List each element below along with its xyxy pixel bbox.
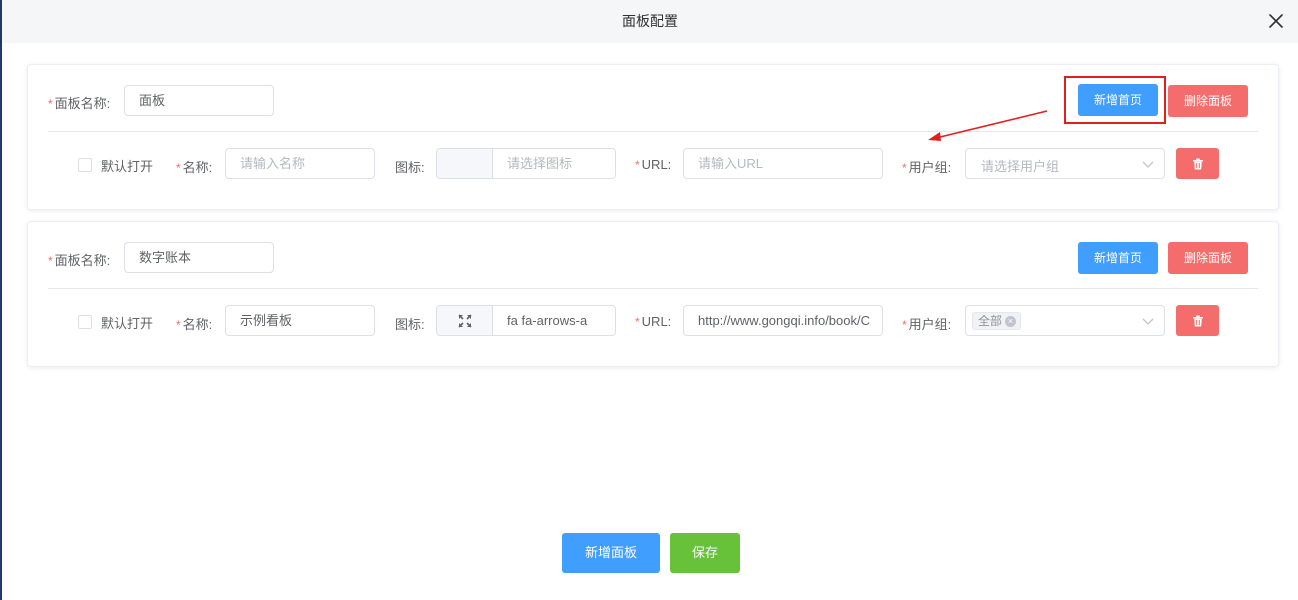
panel-name-label: 面板名称: [48,250,111,269]
url-input[interactable]: 请输入URL [683,148,883,179]
delete-row-button[interactable] [1176,148,1219,179]
panel-config-dialog: 面板配置 面板名称: 面板 新增首页 删除面板 默认打开 名称: 请输入名称 图… [0,0,1298,600]
home-name-label: 名称: [176,157,213,176]
panel-name-input[interactable]: 数字账本 [124,242,274,273]
icon-label: 图标: [395,317,425,332]
dialog-header: 面板配置 [2,0,1298,43]
default-open-label: 默认打开 [101,316,154,331]
default-open-checkbox[interactable] [78,315,92,329]
panel-name-label: 面板名称: [48,93,111,112]
home-name-label: 名称: [176,314,213,333]
user-group-placeholder: 请选择用户组 [981,159,1060,174]
user-group-select[interactable]: 全部 × [965,305,1165,336]
icon-label: 图标: [395,160,425,175]
delete-row-button[interactable] [1176,305,1219,336]
icon-picker[interactable]: 请选择图标 [436,148,616,179]
default-open-checkbox[interactable] [78,158,92,172]
icon-input[interactable]: 请选择图标 [493,149,615,178]
icon-input[interactable]: fa fa-arrows-a [493,306,615,335]
trash-icon [1192,158,1203,169]
panel-divider [48,131,1258,132]
trash-icon [1192,315,1203,326]
panel-name-input[interactable]: 面板 [124,85,274,116]
icon-picker[interactable]: fa fa-arrows-a [436,305,616,336]
dialog-title: 面板配置 [622,13,678,29]
user-group-select[interactable]: 请选择用户组 [965,148,1165,179]
url-label: URL: [635,314,672,329]
annotation-highlight-box [1064,76,1166,124]
add-home-button[interactable]: 新增首页 [1078,242,1158,274]
default-open-label: 默认打开 [101,159,154,174]
panel-divider [48,288,1258,289]
tag-close-icon[interactable]: × [1005,315,1017,327]
annotation-arrow [928,110,1048,141]
icon-preview [437,306,493,335]
panel-card: 面板名称: 数字账本 新增首页 删除面板 默认打开 名称: 示例看板 图标: f… [27,221,1279,367]
arrows-alt-icon [457,313,472,328]
user-group-tag: 全部 × [972,312,1022,330]
user-group-label: 用户组: [902,157,952,176]
url-label: URL: [635,157,672,172]
url-input[interactable]: http://www.gongqi.info/book/C [683,305,883,336]
chevron-down-icon [1142,161,1154,168]
delete-panel-button[interactable]: 删除面板 [1168,85,1248,117]
delete-panel-button[interactable]: 删除面板 [1168,242,1248,274]
home-name-input[interactable]: 请输入名称 [225,148,375,179]
icon-preview [437,149,493,178]
user-group-tag-label: 全部 [978,314,1003,328]
close-icon[interactable] [1268,13,1284,29]
save-button[interactable]: 保存 [670,533,740,573]
add-panel-button[interactable]: 新增面板 [562,533,660,573]
home-name-input[interactable]: 示例看板 [225,305,375,336]
chevron-down-icon [1142,318,1154,325]
user-group-label: 用户组: [902,314,952,333]
